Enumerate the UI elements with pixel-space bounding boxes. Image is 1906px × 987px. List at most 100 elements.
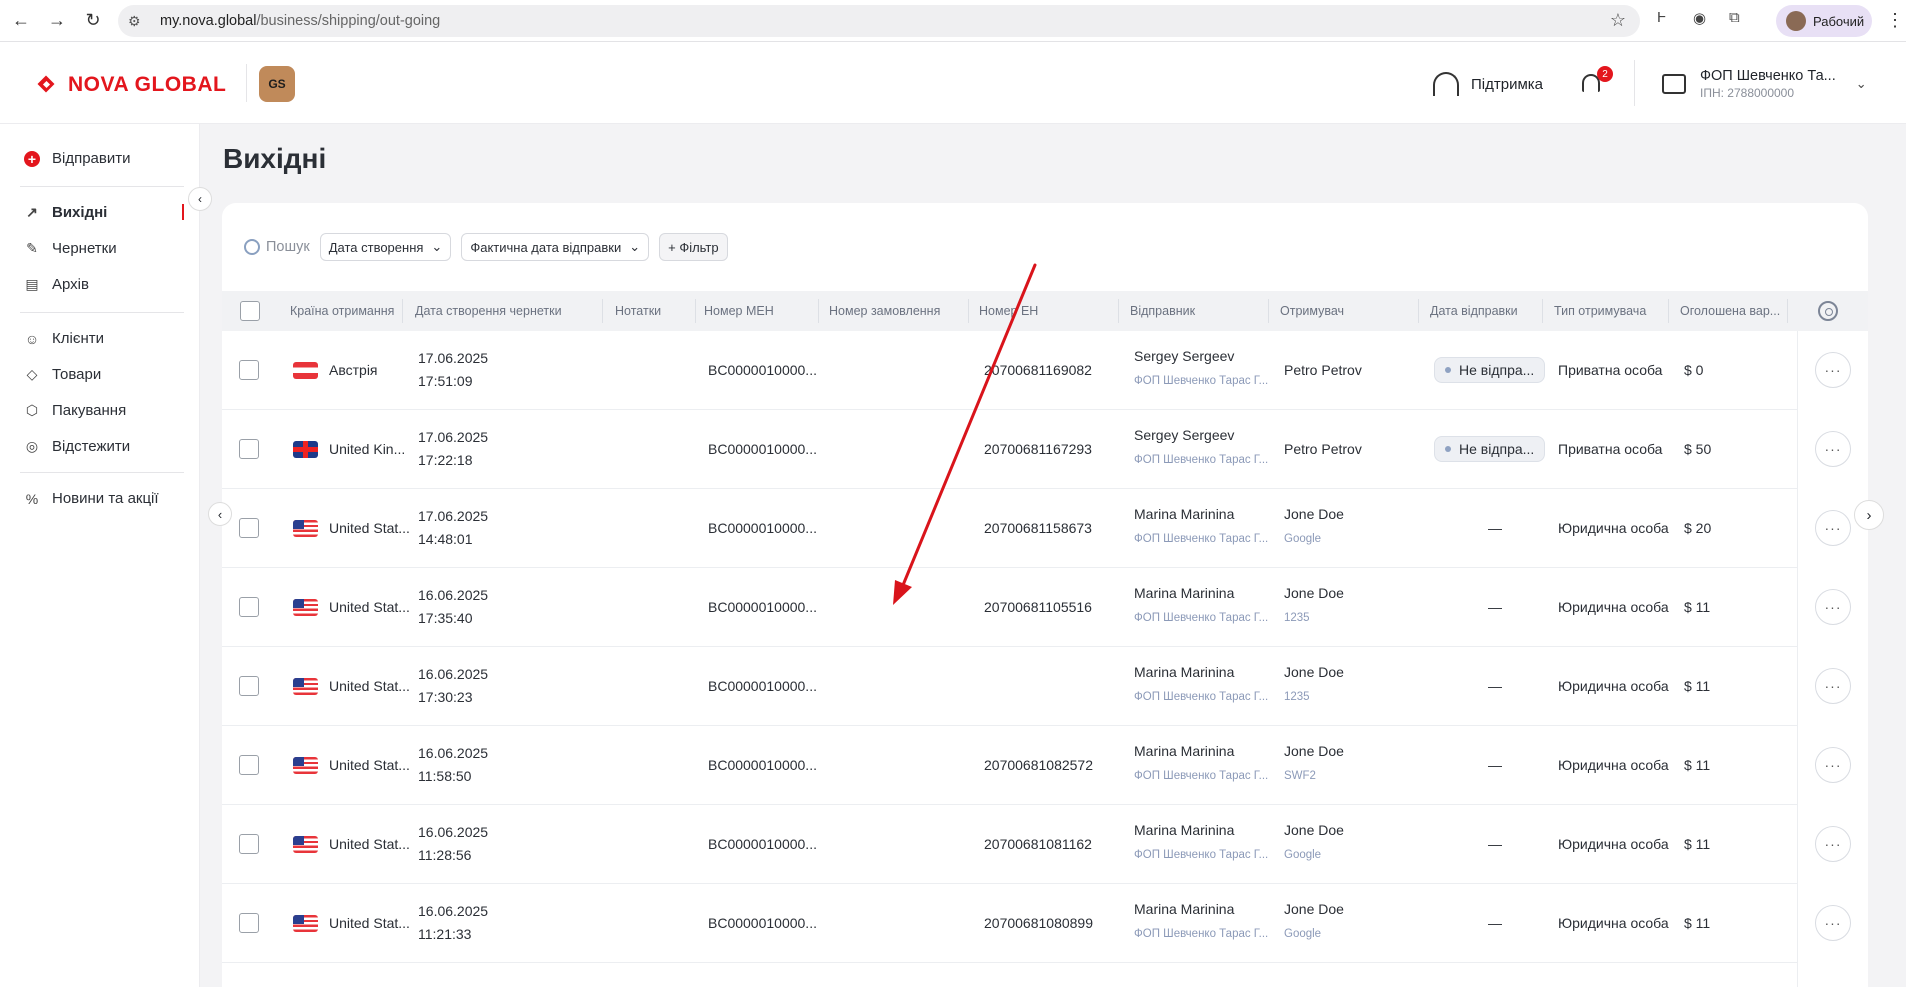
column-divider[interactable] — [1542, 299, 1543, 323]
row-checkbox[interactable] — [239, 913, 259, 933]
reload-icon[interactable]: ↻ — [78, 6, 108, 36]
bookmark-star-icon[interactable]: ☆ — [1610, 10, 1626, 31]
column-divider[interactable] — [1118, 299, 1119, 323]
column-divider[interactable] — [1268, 299, 1269, 323]
sidebar-item-clients[interactable]: ☺ Клієнти — [24, 330, 104, 347]
created-date: 16.06.2025 — [418, 745, 489, 761]
row-checkbox[interactable] — [239, 360, 259, 380]
column-header[interactable]: Отримувач — [1280, 304, 1344, 318]
country: United Stat... — [329, 757, 410, 773]
camera-icon[interactable]: ◉ — [1693, 9, 1706, 27]
created-date: 16.06.2025 — [418, 824, 489, 840]
column-header[interactable]: Тип отримувача — [1554, 304, 1646, 318]
sidebar-item-news[interactable]: % Новини та акції — [24, 490, 159, 507]
row-more-button[interactable]: ··· — [1815, 510, 1851, 546]
column-header[interactable]: Країна отримання — [290, 304, 394, 318]
table-row[interactable]: United Stat... 16.06.2025 17:30:23 BC000001… — [222, 647, 1797, 726]
row-checkbox[interactable] — [239, 676, 259, 696]
column-header[interactable]: Дата відправки — [1430, 304, 1518, 318]
profile-button[interactable]: Рабочий — [1776, 5, 1872, 37]
column-divider[interactable] — [1787, 299, 1788, 323]
select-all-checkbox[interactable] — [240, 301, 260, 321]
en-number: 20700681105516 — [984, 599, 1092, 615]
sidebar-item-archive[interactable]: ▤ Архів — [24, 276, 89, 293]
sidebar-item-goods[interactable]: ◇ Товари — [24, 366, 102, 383]
address-bar[interactable]: ⚙ my.nova.global/business/shipping/out-g… — [118, 5, 1640, 37]
extension-icon[interactable]: Ⱶ — [1657, 9, 1666, 26]
column-divider[interactable] — [818, 299, 819, 323]
table-row[interactable]: United Stat... 17.06.2025 14:48:01 BC000001… — [222, 489, 1797, 568]
row-checkbox[interactable] — [239, 597, 259, 617]
column-header[interactable]: Номер ЕН — [979, 304, 1038, 318]
men-number: BC0000010000... — [708, 678, 817, 694]
en-number: 20700681167293 — [984, 441, 1092, 457]
row-more-button[interactable]: ··· — [1815, 431, 1851, 467]
column-header[interactable]: Номер МЕН — [704, 304, 774, 318]
column-divider[interactable] — [968, 299, 969, 323]
back-icon[interactable]: ← — [6, 6, 36, 36]
table-row[interactable]: United Stat... 16.06.2025 11:21:33 BC000001… — [222, 884, 1797, 963]
active-indicator — [182, 204, 184, 220]
column-header[interactable]: Оголошена вар... — [1680, 304, 1780, 318]
column-divider[interactable] — [1668, 299, 1669, 323]
table-row[interactable]: United Kin... 17.06.2025 17:22:18 BC0000010… — [222, 410, 1797, 489]
table-row[interactable]: United Stat... 16.06.2025 11:28:56 BC000001… — [222, 805, 1797, 884]
country: United Stat... — [329, 678, 410, 694]
sidebar-item-track[interactable]: ◎ Відстежити — [24, 438, 130, 455]
notifications-button[interactable]: 2 — [1579, 66, 1613, 98]
puzzle-icon[interactable]: ⧉ — [1729, 9, 1740, 26]
row-checkbox[interactable] — [239, 755, 259, 775]
row-more-button[interactable]: ··· — [1815, 668, 1851, 704]
scroll-left-button[interactable]: ‹ — [208, 502, 232, 526]
gs-badge[interactable]: GS — [259, 66, 295, 102]
row-more-button[interactable]: ··· — [1815, 826, 1851, 862]
column-divider[interactable] — [695, 299, 696, 323]
site-settings-icon[interactable]: ⚙ — [128, 13, 152, 30]
account-switcher[interactable]: ФОП Шевченко Та... ІПН: 2788000000 ⌄ — [1662, 68, 1867, 100]
filter-toolbar: Пошук Дата створення ⌄ Фактична дата відп… — [244, 233, 728, 261]
search-input[interactable]: Пошук — [244, 239, 310, 255]
recipient-company: 1235 — [1284, 612, 1310, 624]
forward-icon[interactable]: → — [42, 6, 72, 36]
table-row[interactable]: United Stat... 16.06.2025 11:58:50 BC000001… — [222, 726, 1797, 805]
row-actions-column: ··· ··· ··· ··· ··· ··· ··· ··· — [1797, 331, 1868, 987]
sender-name: Marina Marinina — [1134, 822, 1235, 838]
row-more-button[interactable]: ··· — [1815, 905, 1851, 941]
collapse-sidebar-button[interactable]: ‹ — [188, 187, 212, 211]
flag-gb-icon — [293, 441, 318, 458]
sidebar-item-label: Відстежити — [52, 438, 131, 455]
column-divider[interactable] — [1418, 299, 1419, 323]
scroll-right-button[interactable]: › — [1854, 500, 1884, 530]
column-divider[interactable] — [402, 299, 403, 323]
tag-icon: ◇ — [26, 366, 38, 382]
table-row[interactable]: Австрія 17.06.2025 17:51:09 BC0000010000...… — [222, 331, 1797, 410]
row-more-button[interactable]: ··· — [1815, 589, 1851, 625]
logo[interactable]: NOVA GLOBAL — [34, 72, 226, 98]
sidebar-item-drafts[interactable]: ✎ Чернетки — [24, 240, 117, 257]
row-checkbox[interactable] — [239, 834, 259, 854]
sidebar-item-label: Чернетки — [52, 240, 117, 257]
row-checkbox[interactable] — [239, 439, 259, 459]
row-more-button[interactable]: ··· — [1815, 352, 1851, 388]
send-button[interactable]: + Відправити — [24, 150, 131, 167]
table-row[interactable]: United Stat... 16.06.2025 17:35:40 BC000001… — [222, 568, 1797, 647]
support-link[interactable]: Підтримка — [1433, 72, 1543, 96]
column-divider[interactable] — [602, 299, 603, 323]
sidebar-item-packaging[interactable]: ⬡ Пакування — [24, 402, 126, 419]
column-header[interactable]: Нотатки — [615, 304, 661, 318]
column-header[interactable]: Номер замовлення — [829, 304, 940, 318]
add-filter-button[interactable]: + Фільтр — [659, 233, 728, 261]
column-header[interactable]: Відправник — [1130, 304, 1195, 318]
row-more-button[interactable]: ··· — [1815, 747, 1851, 783]
created-date-filter[interactable]: Дата створення ⌄ — [319, 233, 452, 261]
sender-company: ФОП Шевченко Тарас Г... — [1134, 533, 1269, 545]
browser-menu-icon[interactable]: ⋮ — [1886, 10, 1904, 31]
chevron-down-icon: ⌄ — [431, 239, 443, 254]
divider — [20, 312, 184, 313]
sent-date-filter[interactable]: Фактична дата відправки ⌄ — [461, 233, 650, 261]
created-date: 16.06.2025 — [418, 666, 489, 682]
column-settings-gear-icon[interactable] — [1818, 301, 1838, 321]
row-checkbox[interactable] — [239, 518, 259, 538]
column-header[interactable]: Дата створення чернетки — [415, 304, 562, 318]
sidebar-item-outgoing[interactable]: ↗ Вихідні — [24, 204, 107, 221]
